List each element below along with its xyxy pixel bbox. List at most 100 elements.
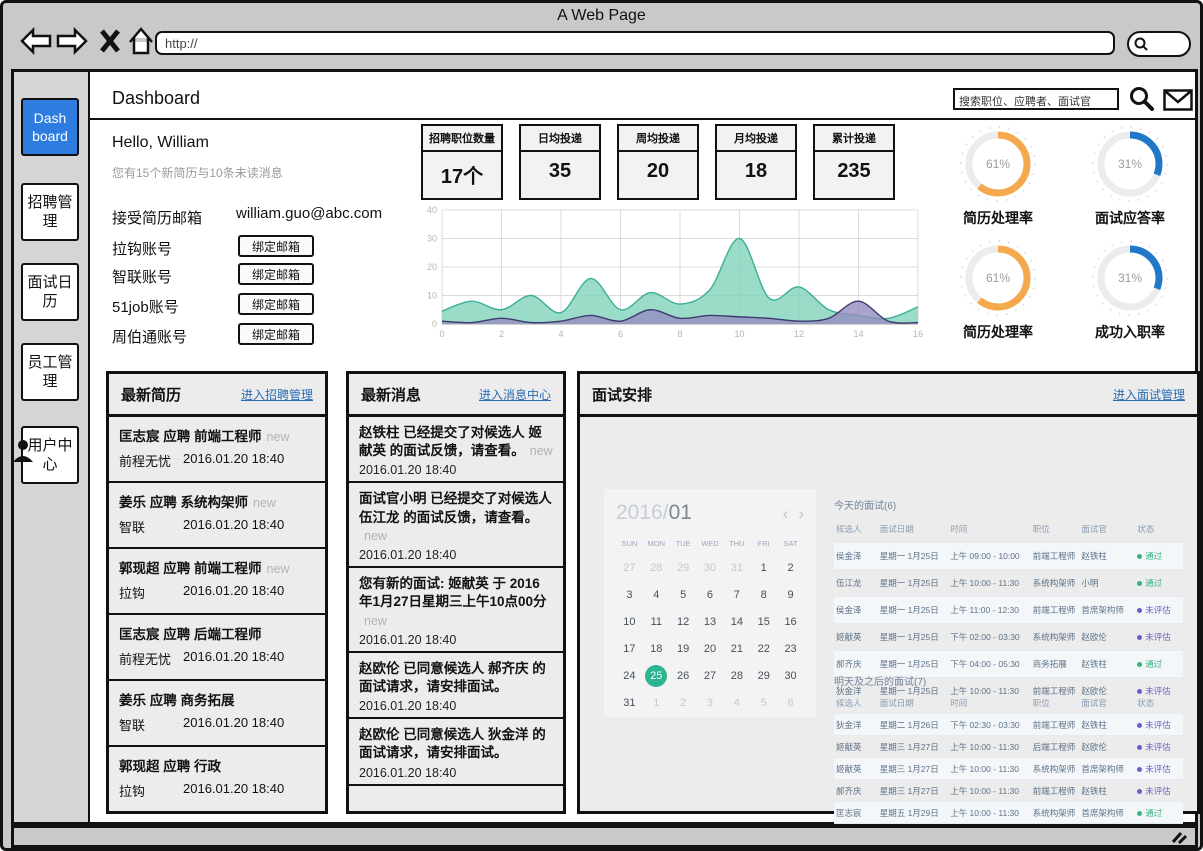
sidebar-item-employees[interactable]: 员工管理 (21, 343, 79, 401)
calendar-day[interactable]: 27 (616, 556, 643, 581)
bind-email-button-51job[interactable]: 绑定邮箱 (238, 293, 314, 315)
calendar-day-cell: 30 (697, 556, 724, 581)
bind-email-button-lagou[interactable]: 绑定邮箱 (238, 235, 314, 257)
link-interview-management[interactable]: 进入面试管理 (1113, 386, 1185, 403)
resume-item[interactable]: 姜乐 应聘 系统构架师new智联2016.01.20 18:40 (109, 483, 325, 549)
calendar-day[interactable]: 17 (616, 637, 643, 662)
message-item[interactable]: 您有新的面试: 姬献英 于 2016年1月27日星期三上午10点00分new20… (349, 568, 563, 653)
interview-row[interactable]: 侯金泽星期一 1月25日上午 09:00 - 10:00前端工程师赵铁柱通过 (834, 543, 1183, 570)
resume-item[interactable]: 郭现超 应聘 行政拉钩2016.01.20 18:40 (109, 747, 325, 811)
calendar-day[interactable]: 19 (670, 637, 697, 662)
calendar-day[interactable]: 6 (697, 583, 724, 608)
interview-row[interactable]: 狄金洋星期二 1月26日下午 02:30 - 03:30前端工程师赵铁柱未评估 (834, 714, 1183, 736)
message-item[interactable]: 赵铁柱 已经提交了对候选人 姬献英 的面试反馈，请查看。new2016.01.2… (349, 417, 563, 483)
calendar-next-icon[interactable]: › (798, 504, 804, 524)
mail-icon[interactable] (1163, 89, 1193, 111)
calendar-day[interactable]: 12 (670, 610, 697, 635)
calendar-prev-icon[interactable]: ‹ (783, 504, 789, 524)
calendar-day-cell: 30 (777, 664, 804, 689)
calendar-day[interactable]: 2 (777, 556, 804, 581)
greeting-summary: 您有15个新简历与10条未读消息 (112, 164, 283, 181)
link-message-center[interactable]: 进入消息中心 (479, 386, 551, 403)
search-icon[interactable] (1128, 85, 1156, 113)
message-item[interactable]: 赵欧伦 已同意候选人 郝齐庆 的面试请求，请安排面试。2016.01.20 18… (349, 653, 563, 719)
search-input[interactable]: 搜索职位、应聘者、面试官 (953, 88, 1119, 110)
calendar-day[interactable]: 29 (670, 556, 697, 581)
sidebar-item-recruiting[interactable]: 招聘管理 (21, 183, 79, 241)
message-item[interactable]: 面试官小明 已经提交了对候选人 伍江龙 的面试反馈，请查看。new2016.01… (349, 483, 563, 568)
interview-row[interactable]: 侯金泽星期一 1月25日上午 11:00 - 12:30前端工程师首席架构师未评… (834, 597, 1183, 624)
panel-header: 最新消息 进入消息中心 (349, 374, 563, 417)
interview-row[interactable]: 姬献英星期一 1月25日下午 02:00 - 03:30系统构架师赵欧伦未评估 (834, 624, 1183, 651)
resume-item[interactable]: 姜乐 应聘 商务拓展智联2016.01.20 18:40 (109, 681, 325, 747)
calendar-day[interactable]: 30 (697, 556, 724, 581)
resume-item[interactable]: 郭现超 应聘 前端工程师new拉钩2016.01.20 18:40 (109, 549, 325, 615)
home-icon[interactable] (125, 25, 157, 57)
svg-text:2: 2 (499, 329, 504, 339)
url-input[interactable]: http:// (155, 31, 1115, 55)
cell-interviewer: 赵铁柱 (1081, 719, 1137, 731)
forward-icon[interactable] (55, 25, 89, 57)
interview-row[interactable]: 伍江龙星期一 1月25日上午 10:00 - 11:30系统构架师小明通过 (834, 570, 1183, 597)
interview-row[interactable]: 匡志宸星期五 1月29日上午 10:00 - 11:30系统构架师首席架构师通过 (834, 802, 1183, 824)
calendar-day[interactable]: 14 (723, 610, 750, 635)
sidebar-item-dashboard[interactable]: Dash board (21, 98, 79, 156)
calendar-day[interactable]: 3 (697, 691, 724, 716)
interview-row[interactable]: 郝齐庆星期三 1月27日上午 10:00 - 11:30前端工程师赵铁柱未评估 (834, 780, 1183, 802)
calendar-day[interactable]: 22 (750, 637, 777, 662)
calendar-day[interactable]: 4 (643, 583, 670, 608)
calendar-day[interactable]: 1 (643, 691, 670, 716)
calendar-day[interactable]: 27 (697, 664, 724, 689)
interview-row[interactable]: 姬献英星期三 1月27日上午 10:00 - 11:30后端工程师赵欧伦未评估 (834, 736, 1183, 758)
stat-monthly-submissions: 月均投递18 (715, 124, 797, 200)
browser-search-button[interactable] (1127, 31, 1191, 57)
calendar-day[interactable]: 18 (643, 637, 670, 662)
interview-row[interactable]: 姬献英星期三 1月27日上午 10:00 - 11:30系统构架师首席架构师未评… (834, 758, 1183, 780)
calendar-day[interactable]: 4 (723, 691, 750, 716)
calendar-day[interactable]: 9 (777, 583, 804, 608)
calendar-day[interactable]: 24 (616, 664, 643, 689)
back-icon[interactable] (19, 25, 53, 57)
calendar-day[interactable]: 30 (777, 664, 804, 689)
calendar-day[interactable]: 31 (723, 556, 750, 581)
calendar-day[interactable]: 26 (670, 664, 697, 689)
calendar-day[interactable]: 15 (750, 610, 777, 635)
message-item[interactable]: 赵欧伦 已同意候选人 狄金洋 的面试请求，请安排面试。2016.01.20 18… (349, 719, 563, 785)
calendar-day[interactable]: 10 (616, 610, 643, 635)
panel-latest-messages: 最新消息 进入消息中心 赵铁柱 已经提交了对候选人 姬献英 的面试反馈，请查看。… (346, 371, 566, 814)
calendar-day[interactable]: 21 (723, 637, 750, 662)
calendar-day[interactable]: 31 (616, 691, 643, 716)
calendar-day[interactable]: 5 (750, 691, 777, 716)
sidebar-item-interview-calendar[interactable]: 面试日历 (21, 263, 79, 321)
calendar-day[interactable]: 1 (750, 556, 777, 581)
calendar-day[interactable]: 20 (697, 637, 724, 662)
cell-position: 前端工程师 (1033, 719, 1082, 731)
bind-email-button-zhoubotong[interactable]: 绑定邮箱 (238, 323, 314, 345)
stat-label: 招聘职位数量 (423, 126, 501, 152)
calendar-day[interactable]: 28 (643, 556, 670, 581)
calendar-day-cell: 11 (643, 610, 670, 635)
bind-email-button-zhilian[interactable]: 绑定邮箱 (238, 263, 314, 285)
panel-latest-resumes: 最新简历 进入招聘管理 匡志宸 应聘 前端工程师new前程无忧2016.01.2… (106, 371, 328, 814)
close-icon[interactable] (99, 28, 121, 54)
calendar-day[interactable]: 2 (670, 691, 697, 716)
resume-item[interactable]: 匡志宸 应聘 前端工程师new前程无忧2016.01.20 18:40 (109, 417, 325, 483)
calendar-day[interactable]: 7 (723, 583, 750, 608)
cell-interviewer: 赵铁柱 (1081, 550, 1137, 562)
calendar-day[interactable]: 23 (777, 637, 804, 662)
calendar-day[interactable]: 5 (670, 583, 697, 608)
calendar-day-cell: 21 (723, 637, 750, 662)
calendar-day[interactable]: 29 (750, 664, 777, 689)
calendar-day[interactable]: 16 (777, 610, 804, 635)
header-divider (90, 118, 1195, 120)
calendar-day[interactable]: 3 (616, 583, 643, 608)
calendar-day[interactable]: 28 (723, 664, 750, 689)
link-recruiting-management[interactable]: 进入招聘管理 (241, 386, 313, 403)
calendar-day[interactable]: 13 (697, 610, 724, 635)
calendar-day[interactable]: 11 (643, 610, 670, 635)
resize-handle-icon[interactable] (1171, 831, 1187, 844)
resume-item[interactable]: 匡志宸 应聘 后端工程师前程无忧2016.01.20 18:40 (109, 615, 325, 681)
calendar-day[interactable]: 25 (645, 665, 667, 687)
calendar-day[interactable]: 8 (750, 583, 777, 608)
calendar-day[interactable]: 6 (777, 691, 804, 716)
